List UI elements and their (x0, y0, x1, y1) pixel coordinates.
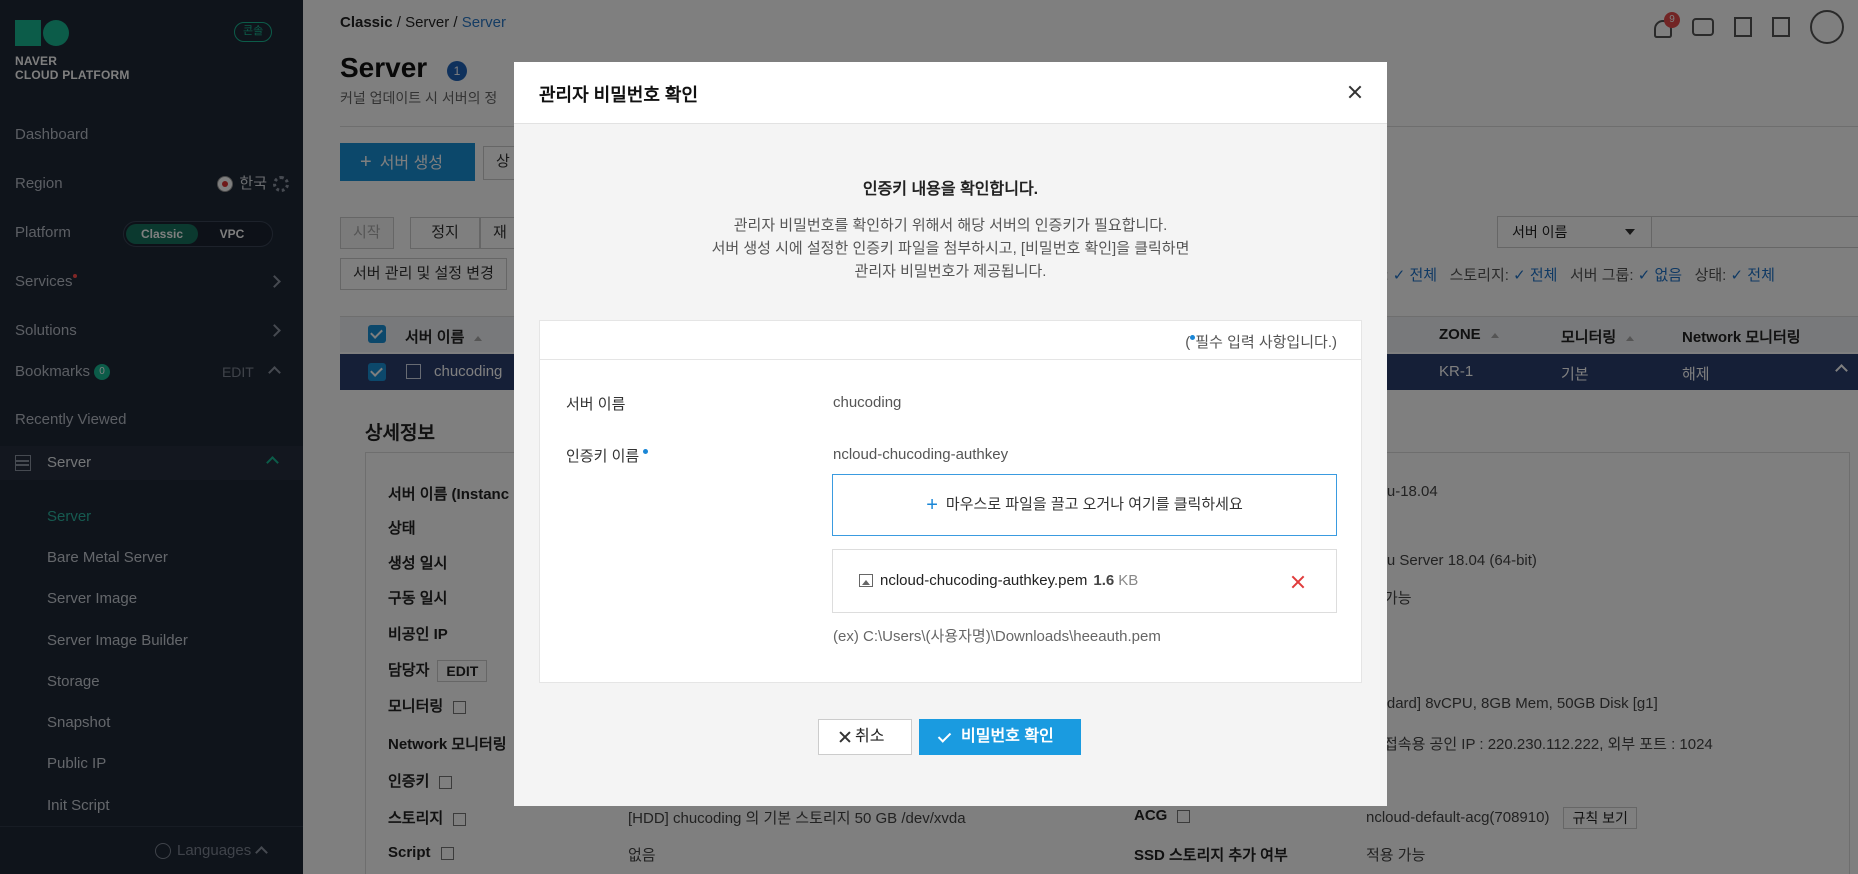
modal-heading: 인증키 내용을 확인합니다. (862, 181, 1039, 198)
check-icon (937, 729, 952, 743)
card-divider (540, 359, 1361, 360)
modal-title: 관리자 비밀번호 확인 (539, 85, 699, 105)
file-path-example: (ex) C:\Users\(사용자명)\Downloads\heeauth.p… (833, 628, 1161, 645)
file-drop-zone[interactable]: + 마우스로 파일을 끌고 오거나 여기를 클릭하세요 (832, 474, 1337, 536)
authkey-name-value: ncloud-chucoding-authkey (833, 446, 1009, 463)
cancel-button[interactable]: 취소 (818, 719, 912, 755)
close-icon (839, 731, 851, 743)
image-file-icon (859, 574, 873, 587)
required-note: (필수 입력 사항입니다.) (1185, 334, 1337, 351)
server-name-label: 서버 이름 (566, 396, 626, 413)
modal-form-card: (필수 입력 사항입니다.) 서버 이름 chucoding 인증키 이름 nc… (539, 320, 1362, 683)
confirm-password-button[interactable]: 비밀번호 확인 (919, 719, 1081, 755)
attached-file-name: ncloud-chucoding-authkey.pem 1.6 KB (880, 572, 1139, 589)
attached-file-item: ncloud-chucoding-authkey.pem 1.6 KB (832, 549, 1337, 613)
server-name-value: chucoding (833, 394, 902, 411)
required-dot-icon (643, 449, 649, 454)
plus-icon: + (926, 494, 938, 516)
modal-header: 관리자 비밀번호 확인 (514, 62, 1387, 124)
remove-file-icon[interactable] (1290, 574, 1306, 590)
authkey-name-label: 인증키 이름 (566, 445, 649, 466)
close-icon[interactable] (1345, 82, 1365, 102)
modal-description: 관리자 비밀번호를 확인하기 위해서 해당 서버의 인증키가 필요합니다. 서버… (711, 217, 1190, 280)
admin-password-modal: 관리자 비밀번호 확인 인증키 내용을 확인합니다. 관리자 비밀번호를 확인하… (514, 62, 1387, 806)
